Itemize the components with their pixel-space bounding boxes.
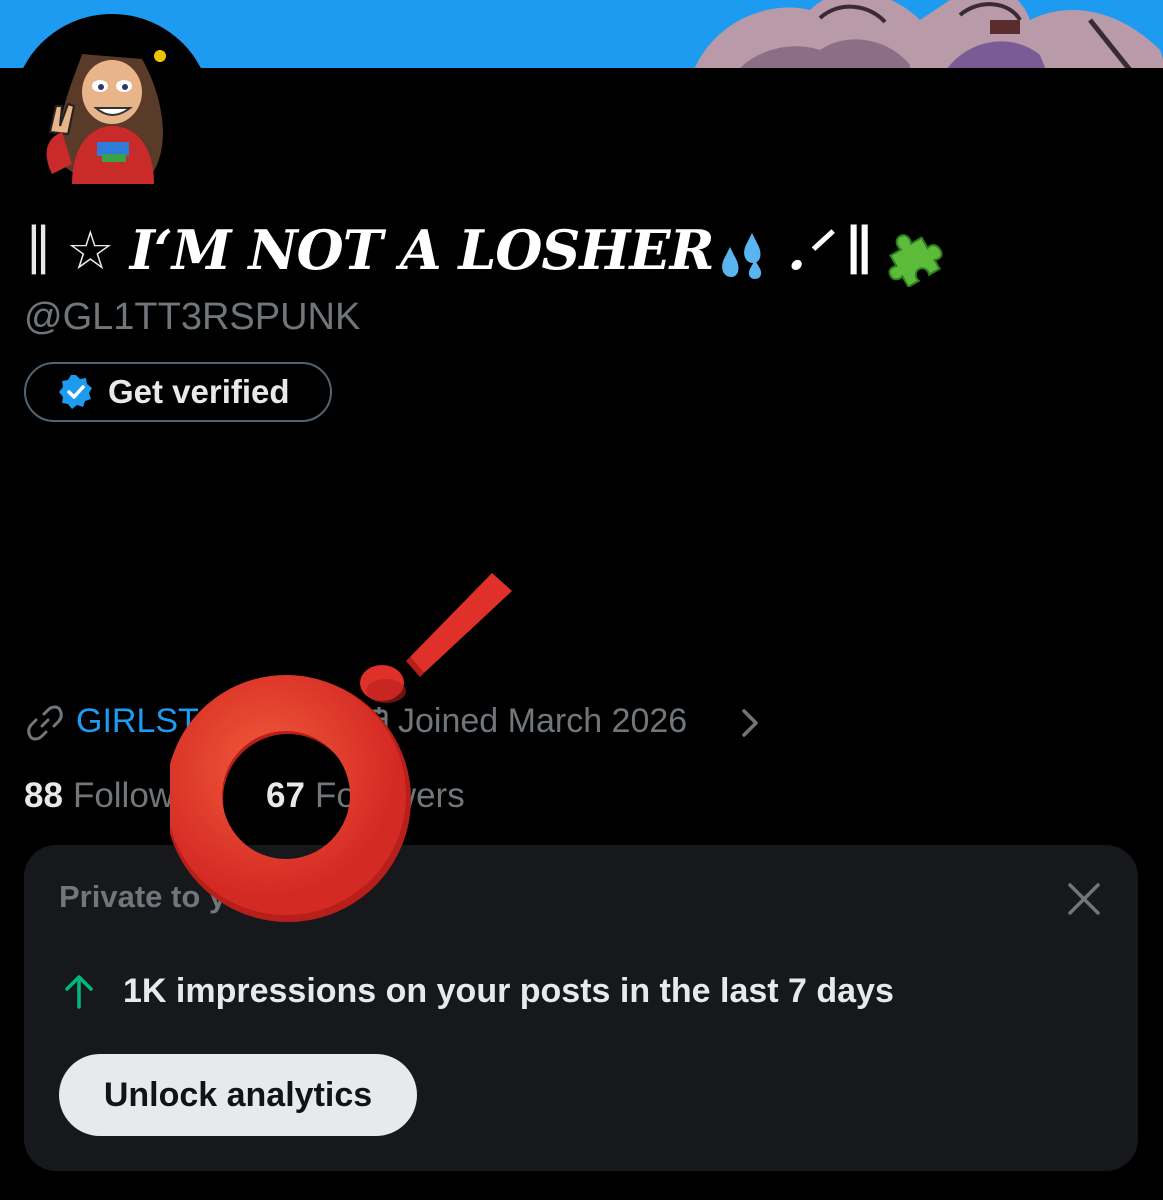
arrow-up-icon (65, 975, 93, 1009)
private-card-title: Private to you (59, 879, 264, 914)
link-icon (27, 705, 63, 741)
get-verified-button[interactable]: Get verified (24, 362, 332, 422)
website-link[interactable]: GIRLST (76, 702, 199, 741)
sweat-droplets-icon (722, 232, 762, 279)
calendar-icon (354, 707, 388, 740)
profile-page: ∥ ☆ I‘M NOT A LOSHER .ᐟ ∥ @GL1TT3RSPUNK … (0, 0, 1163, 1200)
chevron-right-icon[interactable] (736, 706, 764, 740)
followers-stat[interactable]: 67 Followers (266, 776, 465, 816)
display-name-suffix: .ᐟ ∥ (769, 218, 873, 282)
impressions-summary: 1K impressions on your posts in the last… (59, 971, 894, 1011)
banner-artwork (694, 0, 1163, 68)
avatar-illustration (12, 14, 212, 214)
get-verified-label: Get verified (108, 373, 290, 410)
display-name: ∥ ☆ I‘M NOT A LOSHER .ᐟ ∥ (26, 212, 944, 289)
private-analytics-card: Private to you 1K impressions on your po… (24, 845, 1138, 1171)
display-name-main: I‘M NOT A LOSHER (129, 218, 715, 282)
display-name-prefix: ∥ ☆ (26, 219, 130, 282)
unlock-analytics-button[interactable]: Unlock analytics (59, 1054, 417, 1136)
following-label: Following (72, 776, 221, 815)
verified-badge-icon (59, 375, 92, 409)
close-icon[interactable] (1066, 881, 1102, 917)
followers-count: 67 (266, 776, 305, 815)
impressions-text: 1K impressions on your posts in the last… (123, 971, 894, 1010)
followers-label: Followers (314, 776, 465, 815)
profile-handle: @GL1TT3RSPUNK (24, 296, 361, 338)
following-stat[interactable]: 88 Following (24, 776, 221, 816)
puzzle-piece-icon (888, 234, 943, 287)
avatar[interactable] (12, 14, 212, 214)
following-count: 88 (24, 776, 63, 815)
join-date: Joined March 2026 (398, 702, 688, 740)
